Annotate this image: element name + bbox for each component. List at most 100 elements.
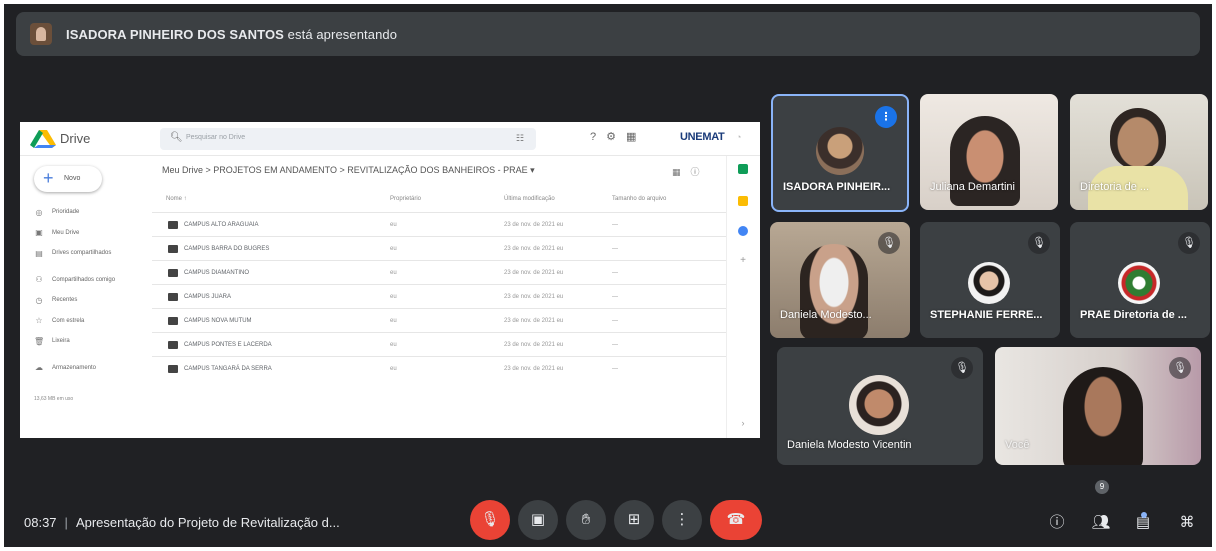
- camera-button[interactable]: ▣: [518, 500, 558, 540]
- participant-tile-stephanie[interactable]: 🎙︎ STEPHANIE FERRE...: [920, 222, 1060, 338]
- folder-icon: [168, 365, 178, 373]
- activities-button[interactable]: ⌘: [1174, 510, 1200, 536]
- nav-item-recent[interactable]: ◷ Recentes: [20, 290, 152, 311]
- table-row[interactable]: CAMPUS PONTES E LACERDA eu 23 de nov. de 2…: [152, 332, 726, 356]
- present-button[interactable]: ⊞: [614, 500, 654, 540]
- drive-logo-icon: [30, 130, 56, 148]
- presenter-avatar: [30, 23, 52, 45]
- mic-off-icon: 🎙︎: [951, 357, 973, 379]
- nav-item-trash[interactable]: 🗑 Lixeira: [20, 331, 152, 352]
- table-row[interactable]: CAMPUS BARRA DO BUGRES eu 23 de nov. de 20…: [152, 236, 726, 260]
- people-button[interactable]: 👥︎: [1088, 510, 1114, 536]
- info-icon[interactable]: ⓘ: [691, 167, 710, 177]
- account-icon[interactable]: ◔: [736, 132, 741, 142]
- more-options-button[interactable]: ⋮: [662, 500, 702, 540]
- breadcrumb[interactable]: Meu Drive > PROJETOS EM ANDAMENTO > REVI…: [162, 165, 535, 176]
- file-name: CAMPUS ALTO ARAGUAIA: [184, 222, 259, 228]
- avatar: [816, 127, 864, 175]
- clock-time: 08:37: [24, 515, 57, 530]
- drive-sidebar: + Novo ◎ Prioridade ▣ Meu Drive ▤ Drives co…: [20, 156, 152, 438]
- folder-icon: [168, 341, 178, 349]
- folder-icon: [168, 245, 178, 253]
- table-row[interactable]: CAMPUS NOVA MUTUM eu 23 de nov. de 2021 eu…: [152, 308, 726, 332]
- new-button[interactable]: + Novo: [34, 166, 102, 192]
- participant-name: Daniela Modesto...: [780, 309, 872, 321]
- file-owner: eu: [390, 342, 397, 348]
- participant-tile-juliana[interactable]: Juliana Demartini: [920, 94, 1058, 210]
- file-size: —: [612, 270, 618, 276]
- participant-tile-you[interactable]: 🎙︎ Você: [995, 347, 1201, 465]
- apps-grid-icon[interactable]: ▦: [626, 131, 646, 143]
- storage-used: 13,63 MB em uso: [34, 396, 74, 402]
- info-icon: ⓘ: [1049, 514, 1065, 531]
- meeting-info: 08:37 | Apresentação do Projeto de Revital…: [24, 515, 340, 530]
- nav-item-my-drive[interactable]: ▣ Meu Drive: [20, 223, 152, 244]
- presenting-text: ISADORA PINHEIRO DOS SANTOS está apresen…: [66, 27, 397, 42]
- file-owner: eu: [390, 366, 397, 372]
- drive-side-panel: + ›: [726, 156, 760, 438]
- participant-tile-daniela-video[interactable]: 🎙︎ Daniela Modesto...: [770, 222, 910, 338]
- help-icon[interactable]: ?: [590, 131, 606, 143]
- people-icon: ⚇: [35, 275, 43, 285]
- participant-name: Juliana Demartini: [930, 181, 1015, 193]
- speaking-indicator-icon: ⋮: [875, 106, 897, 128]
- drive-header: Drive 🔍︎ Pesquisar no Drive ☷ ?⚙▦ UNEMAT…: [20, 122, 760, 156]
- participant-tile-diretoria[interactable]: Diretoria de ...: [1070, 94, 1208, 210]
- nav-item-storage[interactable]: ☁ Armazenamento: [20, 358, 152, 379]
- file-owner: eu: [390, 270, 397, 276]
- file-modified: 23 de nov. de 2021 eu: [504, 246, 564, 252]
- nav-item-shared-drives[interactable]: ▤ Drives compartilhados: [20, 243, 152, 264]
- raise-hand-button[interactable]: ✋︎: [566, 500, 606, 540]
- mic-off-icon: 🎙︎: [1028, 232, 1050, 254]
- participant-tile-isadora[interactable]: ⋮ ISADORA PINHEIR...: [771, 94, 909, 212]
- grid-view-icon[interactable]: ▦: [672, 167, 691, 177]
- mic-off-icon: 🎙︎: [1169, 357, 1191, 379]
- sheets-icon[interactable]: [738, 164, 748, 174]
- unemat-logo: UNEMAT: [680, 131, 725, 143]
- col-name[interactable]: Nome ↑: [166, 196, 187, 202]
- end-call-button[interactable]: ☎: [710, 500, 762, 540]
- people-icon: 👥︎: [1091, 514, 1111, 531]
- file-modified: 23 de nov. de 2021 eu: [504, 318, 564, 324]
- file-name: CAMPUS NOVA MUTUM: [184, 318, 252, 324]
- people-count-badge: 9: [1095, 480, 1109, 494]
- presentation-screen[interactable]: Drive 🔍︎ Pesquisar no Drive ☷ ?⚙▦ UNEMAT…: [20, 122, 760, 438]
- settings-icon[interactable]: ⚙: [606, 131, 626, 143]
- participant-tile-prae[interactable]: 🎙︎ PRAE Diretoria de ...: [1070, 222, 1210, 338]
- expand-panel-icon[interactable]: ›: [738, 418, 748, 428]
- meeting-details-button[interactable]: ⓘ: [1044, 510, 1070, 536]
- keep-icon[interactable]: [738, 196, 748, 206]
- nav-item-label: Meu Drive: [52, 229, 80, 236]
- mic-off-icon: 🎙︎: [878, 232, 900, 254]
- nav-item-label: Lixeira: [52, 338, 70, 345]
- file-name: CAMPUS JUARA: [184, 294, 232, 300]
- activities-icon: ⌘: [1179, 514, 1195, 531]
- drive-search-input[interactable]: 🔍︎ Pesquisar no Drive ☷: [160, 128, 536, 150]
- column-headers: Nome ↑ Proprietário Última modificação T…: [152, 194, 726, 208]
- shared-drives-icon: ▤: [35, 248, 43, 258]
- nav-item-label: Compartilhados comigo: [52, 276, 116, 283]
- file-name: CAMPUS PONTES E LACERDA: [184, 342, 272, 348]
- hand-icon: ✋︎: [581, 511, 591, 528]
- search-icon: 🔍︎: [170, 132, 183, 143]
- view-toggle-icons[interactable]: ▦ⓘ: [672, 165, 710, 178]
- tasks-icon[interactable]: [738, 226, 748, 236]
- nav-item-shared-with-me[interactable]: ⚇ Compartilhados comigo: [20, 270, 152, 291]
- star-icon: ☆: [35, 316, 43, 326]
- table-row[interactable]: CAMPUS ALTO ARAGUAIA eu 23 de nov. de 2021…: [152, 212, 726, 236]
- table-row[interactable]: CAMPUS TANGARÁ DA SERRA eu 23 de nov. de 2…: [152, 356, 726, 380]
- table-row[interactable]: CAMPUS JUARA eu 23 de nov. de 2021 eu —: [152, 284, 726, 308]
- avatar: [1118, 262, 1160, 304]
- filter-icon[interactable]: ☷: [516, 133, 524, 144]
- file-owner: eu: [390, 246, 397, 252]
- add-addon-icon[interactable]: +: [738, 256, 748, 266]
- file-name: CAMPUS DIAMANTINO: [184, 270, 250, 276]
- camera-icon: ▣: [530, 511, 546, 528]
- nav-item-starred[interactable]: ☆ Com estrela: [20, 311, 152, 332]
- drive-top-icons[interactable]: ?⚙▦: [590, 130, 646, 143]
- nav-item-priority[interactable]: ◎ Prioridade: [20, 202, 152, 223]
- table-row[interactable]: CAMPUS DIAMANTINO eu 23 de nov. de 2021 eu…: [152, 260, 726, 284]
- mic-off-button[interactable]: 🎙︎: [470, 500, 510, 540]
- nav-item-label: Com estrela: [52, 317, 85, 324]
- participant-tile-daniela[interactable]: 🎙︎ Daniela Modesto Vicentin: [777, 347, 983, 465]
